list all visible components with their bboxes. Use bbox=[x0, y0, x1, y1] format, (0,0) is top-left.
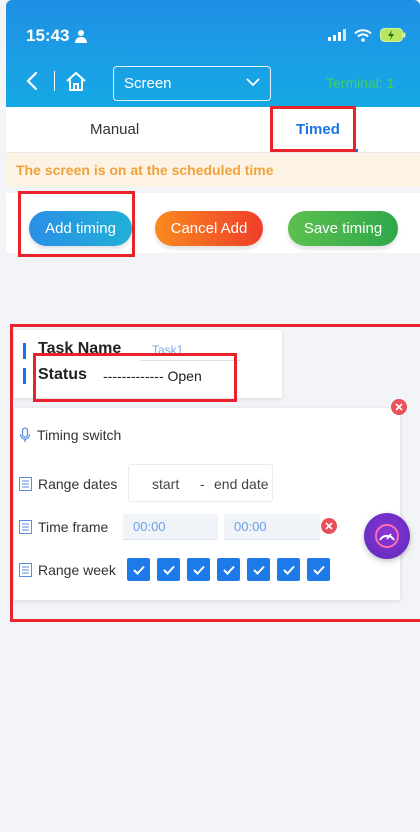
weekday-checkbox[interactable] bbox=[277, 558, 300, 581]
close-icon bbox=[395, 403, 403, 411]
device-select[interactable]: Screen bbox=[113, 66, 271, 101]
weekday-checkboxes bbox=[127, 558, 330, 581]
device-select-value: Screen bbox=[124, 75, 172, 92]
save-timing-button[interactable]: Save timing bbox=[288, 211, 398, 246]
start-time-input[interactable]: 00:00 bbox=[123, 514, 218, 540]
date-range-picker[interactable]: start - end date bbox=[128, 464, 273, 502]
time-frame-row: Time frame bbox=[19, 519, 108, 535]
nav-divider bbox=[54, 71, 55, 91]
chevron-left-icon bbox=[26, 71, 38, 91]
tab-timed[interactable]: Timed bbox=[296, 121, 340, 138]
status-bar: 15:43 bbox=[26, 26, 88, 46]
terminal-label: Terminal: 1 bbox=[326, 75, 395, 91]
person-icon bbox=[75, 29, 88, 43]
list-icon bbox=[19, 477, 32, 491]
status-icons bbox=[328, 28, 406, 42]
task-name-underline bbox=[140, 360, 240, 361]
weekday-checkbox[interactable] bbox=[217, 558, 240, 581]
clear-time-button[interactable] bbox=[321, 518, 337, 534]
checkmark-icon bbox=[132, 565, 145, 575]
chevron-down-icon bbox=[246, 78, 260, 87]
task-name-input[interactable]: Task1 bbox=[152, 343, 183, 357]
weekday-checkbox[interactable] bbox=[307, 558, 330, 581]
checkmark-icon bbox=[222, 565, 235, 575]
mode-tabs: Manual Timed bbox=[6, 107, 420, 153]
microphone-icon bbox=[19, 427, 31, 443]
home-button[interactable] bbox=[65, 71, 87, 91]
checkmark-icon bbox=[282, 565, 295, 575]
end-time-input[interactable]: 00:00 bbox=[224, 514, 320, 540]
time-frame-label: Time frame bbox=[38, 519, 109, 535]
cancel-add-button[interactable]: Cancel Add bbox=[155, 211, 263, 246]
range-week-row: Range week bbox=[19, 562, 116, 578]
list-icon bbox=[19, 563, 32, 577]
status-marker bbox=[23, 368, 26, 384]
checkmark-icon bbox=[192, 565, 205, 575]
range-week-label: Range week bbox=[38, 562, 116, 578]
status-label: Status bbox=[38, 366, 87, 383]
clock: 15:43 bbox=[26, 26, 70, 45]
floating-assistant-button[interactable] bbox=[364, 513, 410, 559]
status-value[interactable]: ------------- Open bbox=[103, 368, 202, 384]
start-date-input[interactable]: start bbox=[152, 476, 179, 492]
range-dates-row: Range dates bbox=[19, 476, 117, 492]
signal-icon bbox=[328, 29, 346, 41]
timing-switch-label: Timing switch bbox=[37, 427, 122, 443]
weekday-checkbox[interactable] bbox=[187, 558, 210, 581]
active-tab-indicator bbox=[278, 149, 358, 152]
task-name-label: Task Name bbox=[38, 340, 122, 357]
tab-manual[interactable]: Manual bbox=[90, 121, 139, 138]
add-timing-button[interactable]: Add timing bbox=[29, 211, 132, 246]
weekday-checkbox[interactable] bbox=[247, 558, 270, 581]
home-icon bbox=[66, 72, 86, 91]
gauge-icon bbox=[375, 524, 399, 548]
back-button[interactable] bbox=[20, 66, 44, 96]
end-date-input[interactable]: end date bbox=[214, 476, 269, 492]
wifi-icon bbox=[354, 28, 372, 42]
weekday-checkbox[interactable] bbox=[127, 558, 150, 581]
checkmark-icon bbox=[312, 565, 325, 575]
range-dates-label: Range dates bbox=[38, 476, 118, 492]
close-icon bbox=[325, 522, 333, 530]
weekday-checkbox[interactable] bbox=[157, 558, 180, 581]
list-icon bbox=[19, 520, 32, 534]
timing-switch-row: Timing switch bbox=[19, 427, 121, 443]
date-separator: - bbox=[200, 476, 205, 492]
checkmark-icon bbox=[162, 565, 175, 575]
battery-charging-icon bbox=[380, 28, 406, 42]
schedule-notice: The screen is on at the scheduled time bbox=[6, 153, 420, 187]
task-name-marker bbox=[23, 343, 26, 359]
remove-timing-button[interactable] bbox=[391, 399, 407, 415]
checkmark-icon bbox=[252, 565, 265, 575]
nav-bar bbox=[20, 66, 87, 96]
